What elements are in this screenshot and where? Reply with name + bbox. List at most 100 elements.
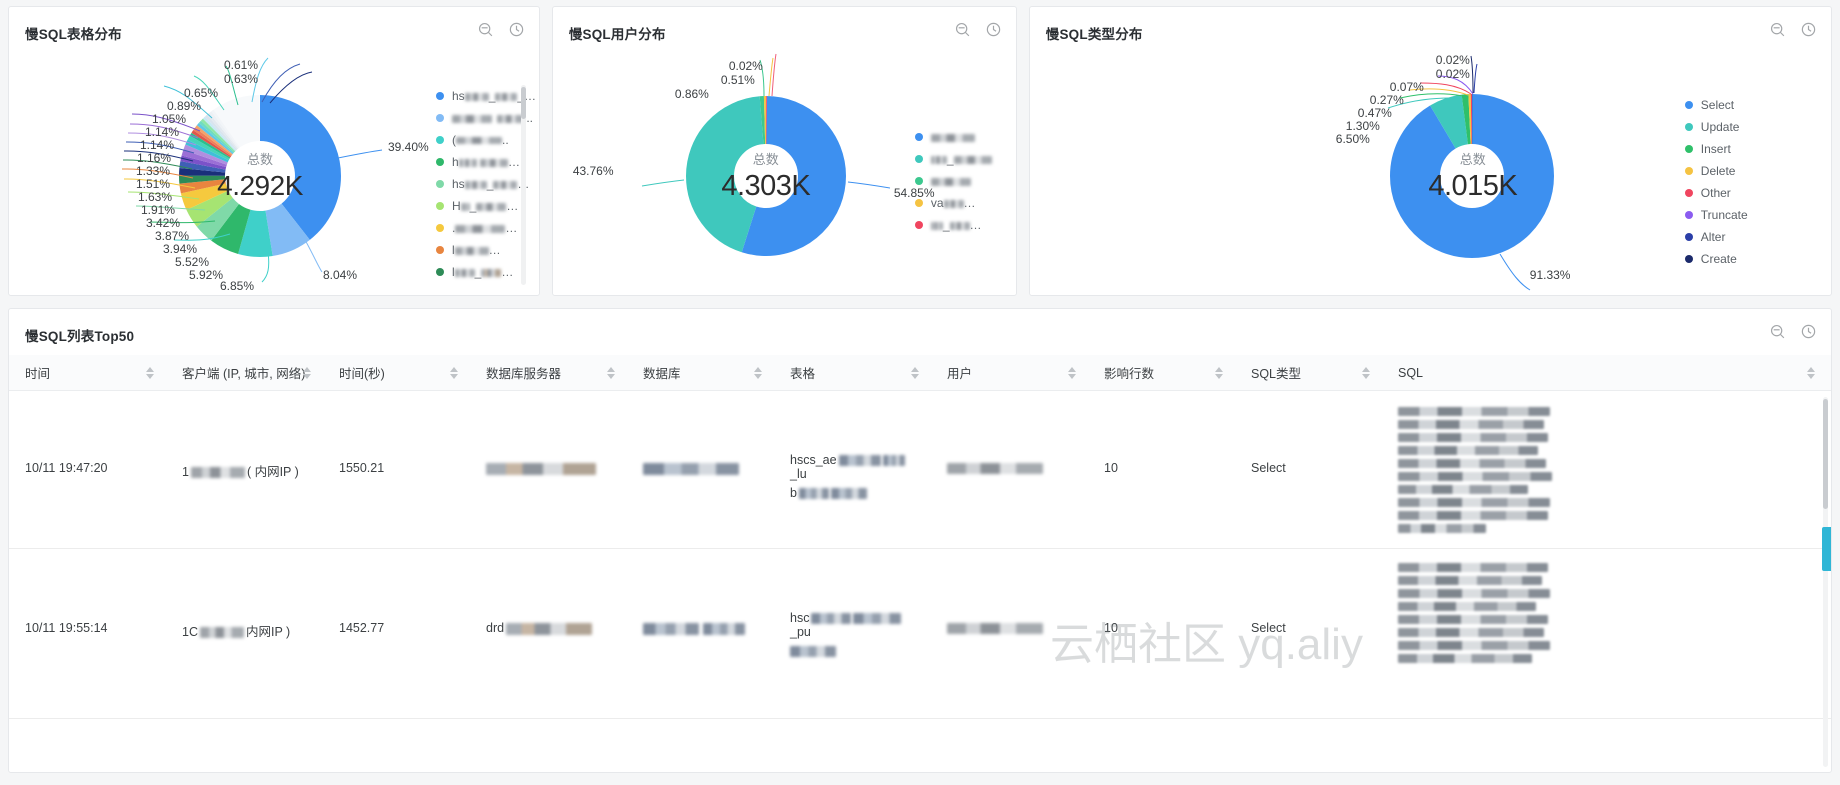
pct-label: 1.14%	[140, 138, 175, 152]
chart-legend[interactable]: Select Update Insert Delete Other Trunca…	[1684, 94, 1748, 270]
pct-label: 0.02%	[1435, 67, 1470, 81]
clock-icon[interactable]	[985, 21, 1002, 38]
table-row[interactable]: 10/11 19:55:14 1C 内网IP ) 1452.77 drd hsc_…	[9, 549, 1831, 719]
dashboard-root: 慢SQL表格分布 总数 4.292K 0.61% 0.63% 0.65% 0.8…	[0, 0, 1840, 785]
legend-color-dot	[914, 133, 923, 141]
table-row[interactable]: 10/11 19:47:20 1 ( 内网IP ) 1550.21 hscs_ae…	[9, 391, 1831, 549]
legend-color-dot	[1684, 189, 1693, 197]
pct-label: 1.63%	[138, 190, 173, 204]
legend-item-insert[interactable]: Insert	[1684, 138, 1748, 160]
table-header-row: 时间 客户端 (IP, 城市, 网络) 时间(秒) 数据库服务器 数据库 表格 …	[9, 355, 1831, 391]
cell-db-server	[470, 391, 627, 548]
search-icon[interactable]	[1769, 21, 1786, 38]
column-header-label: SQL	[1398, 365, 1424, 380]
legend-scrollbar-thumb[interactable]	[521, 87, 526, 119]
cell-client: 1 ( 内网IP )	[166, 391, 323, 548]
column-header-database[interactable]: 数据库	[627, 355, 774, 390]
sort-toggle[interactable]	[1215, 366, 1223, 379]
pct-label: 1.16%	[137, 151, 172, 165]
clock-icon[interactable]	[508, 21, 525, 38]
legend-label: Other	[1700, 186, 1731, 200]
pct-label: 0.02%	[1435, 53, 1470, 67]
sort-toggle[interactable]	[754, 366, 762, 379]
clock-icon[interactable]	[1800, 21, 1817, 38]
legend-label: va…	[930, 196, 976, 210]
table-scrollbar-thumb[interactable]	[1823, 399, 1828, 509]
search-icon[interactable]	[954, 21, 971, 38]
column-header-table[interactable]: 表格	[774, 355, 931, 390]
pct-label: 1.14%	[145, 125, 180, 139]
cell-sql[interactable]	[1382, 549, 1827, 718]
legend-color-dot	[436, 202, 444, 210]
search-icon[interactable]	[1769, 323, 1786, 340]
legend-item-select[interactable]: Select	[1684, 94, 1748, 116]
clock-icon[interactable]	[1800, 323, 1817, 340]
legend-label: _…	[930, 218, 982, 232]
column-header-duration[interactable]: 时间(秒)	[323, 355, 470, 390]
chart-legend[interactable]: _ va… _…	[914, 126, 992, 236]
sort-toggle[interactable]	[607, 366, 615, 379]
legend-item-update[interactable]: Update	[1684, 116, 1748, 138]
pct-label: 1.05%	[152, 112, 187, 126]
pct-label: 0.61%	[224, 58, 259, 72]
donut-cards-row: 慢SQL表格分布 总数 4.292K 0.61% 0.63% 0.65% 0.8…	[8, 6, 1832, 296]
cell-db-server-prefix: drd	[486, 621, 505, 635]
sort-toggle[interactable]	[1362, 366, 1370, 379]
legend-item-create[interactable]: Create	[1684, 248, 1748, 270]
table-card-actions	[1769, 323, 1817, 340]
side-panel-handle[interactable]	[1822, 527, 1831, 571]
legend-item[interactable]: _	[914, 148, 992, 170]
cell-duration: 1550.21	[339, 461, 385, 475]
column-header-user[interactable]: 用户	[931, 355, 1088, 390]
column-header-label: 时间	[25, 367, 51, 381]
pct-label: 39.40%	[388, 140, 429, 154]
column-header-db-server[interactable]: 数据库服务器	[470, 355, 627, 390]
column-header-sql[interactable]: SQL	[1382, 355, 1827, 390]
column-header-client[interactable]: 客户端 (IP, 城市, 网络)	[166, 355, 323, 390]
cell-rows-affected: 10	[1104, 461, 1118, 475]
sort-toggle[interactable]	[303, 366, 311, 379]
pct-label: 8.04%	[323, 268, 358, 282]
legend-item-alter[interactable]: Alter	[1684, 226, 1748, 248]
card-title: 慢SQL表格分布	[25, 27, 122, 42]
sort-toggle[interactable]	[146, 366, 154, 379]
card-slow-sql-top50-list: 慢SQL列表Top50 时间 客户端 (IP, 城市, 网络) 时间(秒) 数据…	[8, 308, 1832, 773]
cell-time: 10/11 19:55:14	[25, 621, 108, 635]
pct-label: 0.51%	[720, 73, 755, 87]
sort-toggle[interactable]	[450, 366, 458, 379]
sort-toggle[interactable]	[1068, 366, 1076, 379]
pct-label: 0.89%	[167, 99, 202, 113]
search-icon[interactable]	[477, 21, 494, 38]
cell-sql[interactable]	[1382, 391, 1827, 548]
legend-item-truncate[interactable]: Truncate	[1684, 204, 1748, 226]
column-header-rows-affected[interactable]: 影响行数	[1088, 355, 1235, 390]
pct-label: 6.50%	[1335, 132, 1370, 146]
legend-label: Create	[1700, 252, 1737, 266]
legend-item-other[interactable]: Other	[1684, 182, 1748, 204]
legend-item[interactable]	[914, 126, 992, 148]
legend-label: _	[930, 152, 992, 166]
legend-item[interactable]	[914, 170, 992, 192]
card-slow-sql-user-distribution: 慢SQL用户分布 总数 4.303K 0.02% 0.51% 0.86% 43.…	[551, 6, 1017, 296]
pct-label: 1.91%	[141, 203, 176, 217]
legend-color-dot	[914, 199, 923, 207]
card-slow-sql-type-distribution: 慢SQL类型分布 总数 4.015K 0.02% 0.02% 0.07% 0.2…	[1028, 6, 1832, 296]
legend-color-dot	[436, 114, 444, 122]
legend-label: Alter	[1700, 230, 1726, 244]
column-header-label: 客户端 (IP, 城市, 网络)	[182, 367, 306, 381]
sort-toggle[interactable]	[1807, 366, 1815, 379]
sort-toggle[interactable]	[911, 366, 919, 379]
column-header-sql-type[interactable]: SQL类型	[1235, 355, 1382, 390]
column-header-time[interactable]: 时间	[9, 355, 166, 390]
column-header-label: 表格	[790, 367, 816, 381]
cell-table-suffix: _pu	[790, 625, 811, 639]
legend-label	[930, 174, 971, 188]
legend-item[interactable]: va…	[914, 192, 992, 214]
cell-db-server: drd	[470, 549, 627, 718]
pct-label: 5.92%	[189, 268, 224, 282]
legend-label: h …	[452, 155, 521, 169]
legend-label: Delete	[1700, 164, 1736, 178]
legend-item-delete[interactable]: Delete	[1684, 160, 1748, 182]
legend-item[interactable]: _…	[914, 214, 992, 236]
legend-color-dot	[1684, 255, 1693, 263]
